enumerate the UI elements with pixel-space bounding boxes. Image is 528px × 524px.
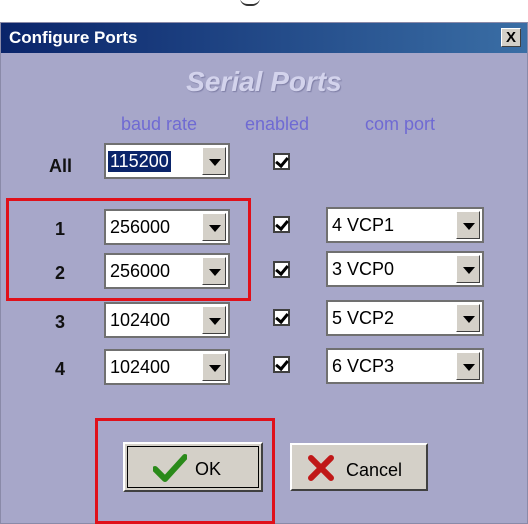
- baud-rate-value: 102400: [110, 310, 171, 330]
- chevron-down-icon[interactable]: [456, 211, 480, 239]
- com-port-value: 5 VCP2: [332, 308, 395, 328]
- enabled-header: enabled: [245, 114, 310, 134]
- baud-rate-select-1[interactable]: 256000: [104, 209, 230, 245]
- window-title: Configure Ports: [9, 28, 138, 47]
- configure-ports-dialog: Configure Ports X Serial Ports baud rate…: [0, 22, 528, 524]
- enabled-checkbox-3[interactable]: [273, 309, 290, 326]
- chevron-down-icon[interactable]: [202, 257, 226, 285]
- cropped-text-fragment: [240, 0, 260, 6]
- row-label-all: All: [49, 156, 73, 176]
- baud-rate-header: baud rate: [121, 114, 198, 134]
- row-label-2: 2: [55, 263, 66, 283]
- com-port-select-3[interactable]: 5 VCP2: [326, 300, 484, 336]
- com-port-value: 4 VCP1: [332, 215, 395, 235]
- enabled-checkbox-1[interactable]: [273, 216, 290, 233]
- chevron-down-icon[interactable]: [456, 352, 480, 380]
- baud-rate-value: 256000: [110, 217, 171, 237]
- enabled-checkbox-4[interactable]: [273, 356, 290, 373]
- chevron-down-icon[interactable]: [456, 304, 480, 332]
- row-label-4: 4: [55, 359, 66, 379]
- com-port-value: 6 VCP3: [332, 356, 395, 376]
- cancel-button[interactable]: Cancel: [290, 443, 428, 491]
- background-strip: [0, 0, 528, 22]
- chevron-down-icon[interactable]: [456, 255, 480, 283]
- ok-button[interactable]: OK: [123, 442, 263, 492]
- cancel-label: Cancel: [346, 460, 403, 480]
- com-port-select-4[interactable]: 6 VCP3: [326, 348, 484, 384]
- chevron-down-icon[interactable]: [202, 147, 226, 175]
- com-port-value: 3 VCP0: [332, 259, 395, 279]
- baud-rate-value: 102400: [110, 357, 171, 377]
- com-port-select-2[interactable]: 3 VCP0: [326, 251, 484, 287]
- baud-rate-value: 256000: [110, 261, 171, 281]
- chevron-down-icon[interactable]: [202, 306, 226, 334]
- row-label-1: 1: [55, 219, 66, 239]
- baud-rate-select-3[interactable]: 102400: [104, 302, 230, 338]
- chevron-down-icon[interactable]: [202, 213, 226, 241]
- section-title: Serial Ports: [186, 66, 342, 97]
- com-port-select-1[interactable]: 4 VCP1: [326, 207, 484, 243]
- close-icon: X: [505, 29, 516, 46]
- title-bar[interactable]: Configure Ports X: [1, 23, 527, 53]
- enabled-checkbox-all[interactable]: [273, 153, 290, 170]
- x-mark-icon: [308, 455, 334, 481]
- baud-rate-select-all[interactable]: 115200: [104, 143, 230, 179]
- checkmark-icon: [153, 454, 187, 482]
- baud-rate-select-2[interactable]: 256000: [104, 253, 230, 289]
- chevron-down-icon[interactable]: [202, 353, 226, 381]
- ok-label: OK: [195, 459, 222, 479]
- baud-rate-select-4[interactable]: 102400: [104, 349, 230, 385]
- close-button[interactable]: X: [501, 28, 521, 47]
- baud-rate-value: 115200: [108, 151, 171, 172]
- enabled-checkbox-2[interactable]: [273, 261, 290, 278]
- com-port-header: com port: [365, 114, 436, 134]
- row-label-3: 3: [55, 312, 66, 332]
